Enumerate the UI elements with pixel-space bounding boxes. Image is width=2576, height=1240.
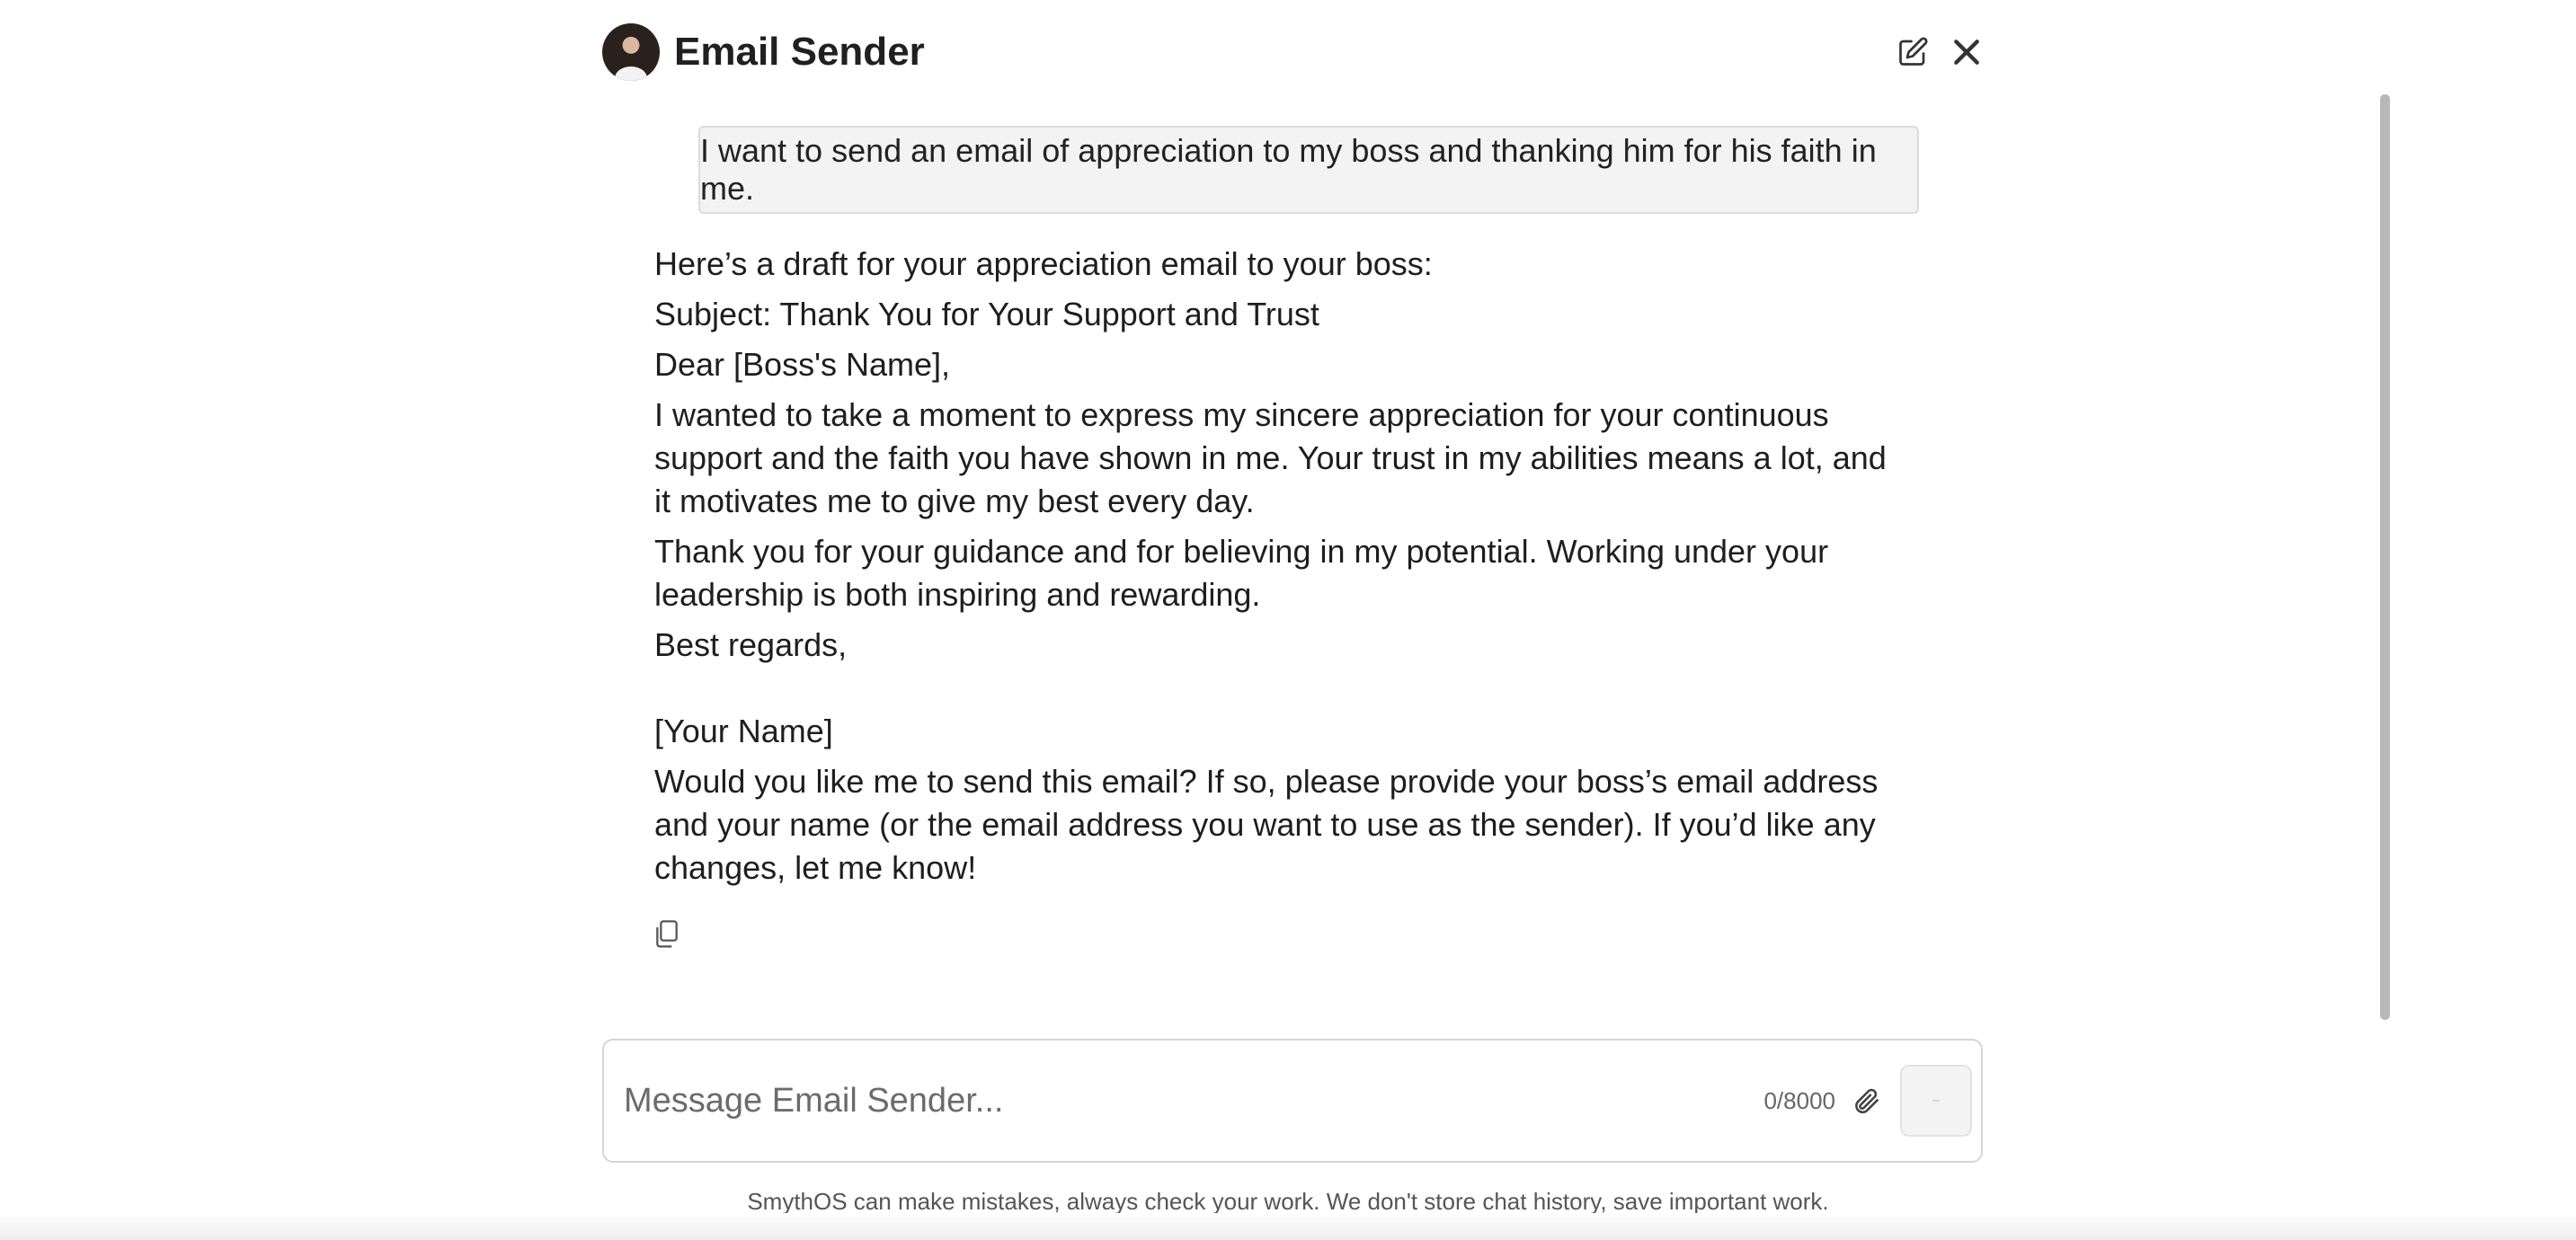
- close-icon[interactable]: [1947, 32, 1986, 72]
- reply-greeting: Dear [Boss's Name],: [654, 346, 950, 383]
- reply-spacer: [654, 667, 1895, 710]
- paperclip-icon[interactable]: [1848, 1083, 1884, 1119]
- send-icon: [1932, 1100, 1940, 1102]
- assistant-message: Here’s a draft for your appreciation ema…: [654, 243, 1895, 897]
- send-button[interactable]: [1900, 1065, 1972, 1137]
- agent-title: Email Sender: [674, 30, 925, 74]
- reply-followup: Would you like me to send this email? If…: [654, 763, 1879, 886]
- reply-intro: Here’s a draft for your appreciation ema…: [654, 245, 1433, 282]
- bottom-shade: [0, 1213, 2576, 1240]
- assistant-avatar: [602, 23, 660, 81]
- reply-paragraph-1: I wanted to take a moment to express my …: [654, 396, 1887, 519]
- reply-signature: [Your Name]: [654, 713, 833, 749]
- user-message: I want to send an email of appreciation …: [698, 126, 1919, 214]
- footer-disclaimer: SmythOS can make mistakes, always check …: [747, 1188, 1829, 1215]
- edit-icon[interactable]: [1893, 32, 1932, 72]
- reply-paragraph-2: Thank you for your guidance and for beli…: [654, 533, 1829, 613]
- chat-header: Email Sender: [602, 20, 1986, 84]
- character-counter: 0/8000: [1763, 1086, 1835, 1114]
- message-composer: 0/8000: [602, 1039, 1983, 1163]
- chat-scrollbar[interactable]: [2380, 94, 2390, 1020]
- message-input[interactable]: [622, 1073, 1764, 1129]
- reply-subject: Subject: Thank You for Your Support and …: [654, 296, 1319, 332]
- header-actions: [1893, 32, 1986, 72]
- reply-closing: Best regards,: [654, 626, 848, 663]
- copy-icon[interactable]: [653, 918, 685, 954]
